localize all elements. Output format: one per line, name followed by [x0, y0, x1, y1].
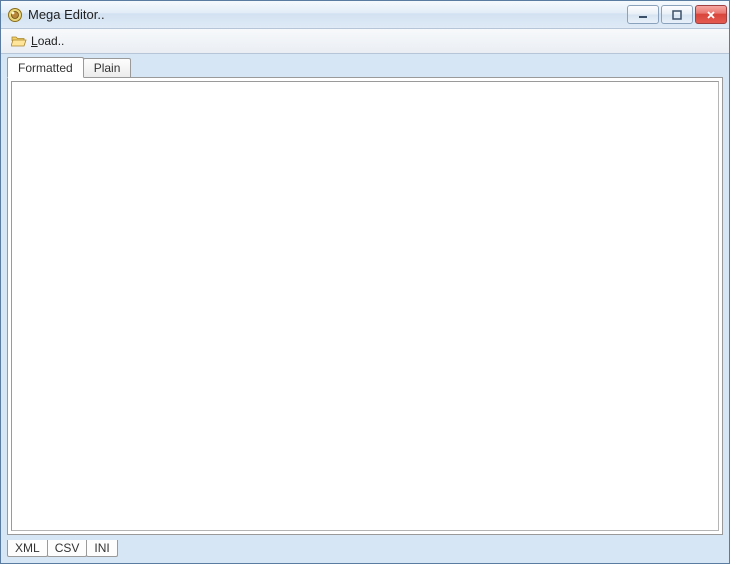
app-icon [7, 7, 23, 23]
close-button[interactable] [695, 5, 727, 24]
maximize-button[interactable] [661, 5, 693, 24]
bottom-tabs: XML CSV INI [7, 537, 723, 559]
load-label: Load.. [31, 34, 64, 48]
window-controls [627, 5, 727, 24]
top-tabs: Formatted Plain [7, 56, 723, 77]
titlebar[interactable]: Mega Editor.. [1, 1, 729, 29]
tab-plain[interactable]: Plain [83, 58, 132, 77]
folder-open-icon [11, 34, 27, 48]
toolbar: Load.. [1, 29, 729, 54]
editor-frame [7, 77, 723, 535]
app-window: Mega Editor.. [0, 0, 730, 564]
client-area: Formatted Plain [7, 56, 723, 535]
status-tab-xml[interactable]: XML [7, 540, 48, 557]
window-title: Mega Editor.. [28, 7, 627, 22]
editor-area[interactable] [11, 81, 719, 531]
tab-formatted[interactable]: Formatted [7, 57, 84, 78]
status-tab-ini[interactable]: INI [86, 540, 117, 557]
minimize-button[interactable] [627, 5, 659, 24]
load-button[interactable]: Load.. [5, 32, 70, 50]
status-tab-csv[interactable]: CSV [47, 540, 88, 557]
